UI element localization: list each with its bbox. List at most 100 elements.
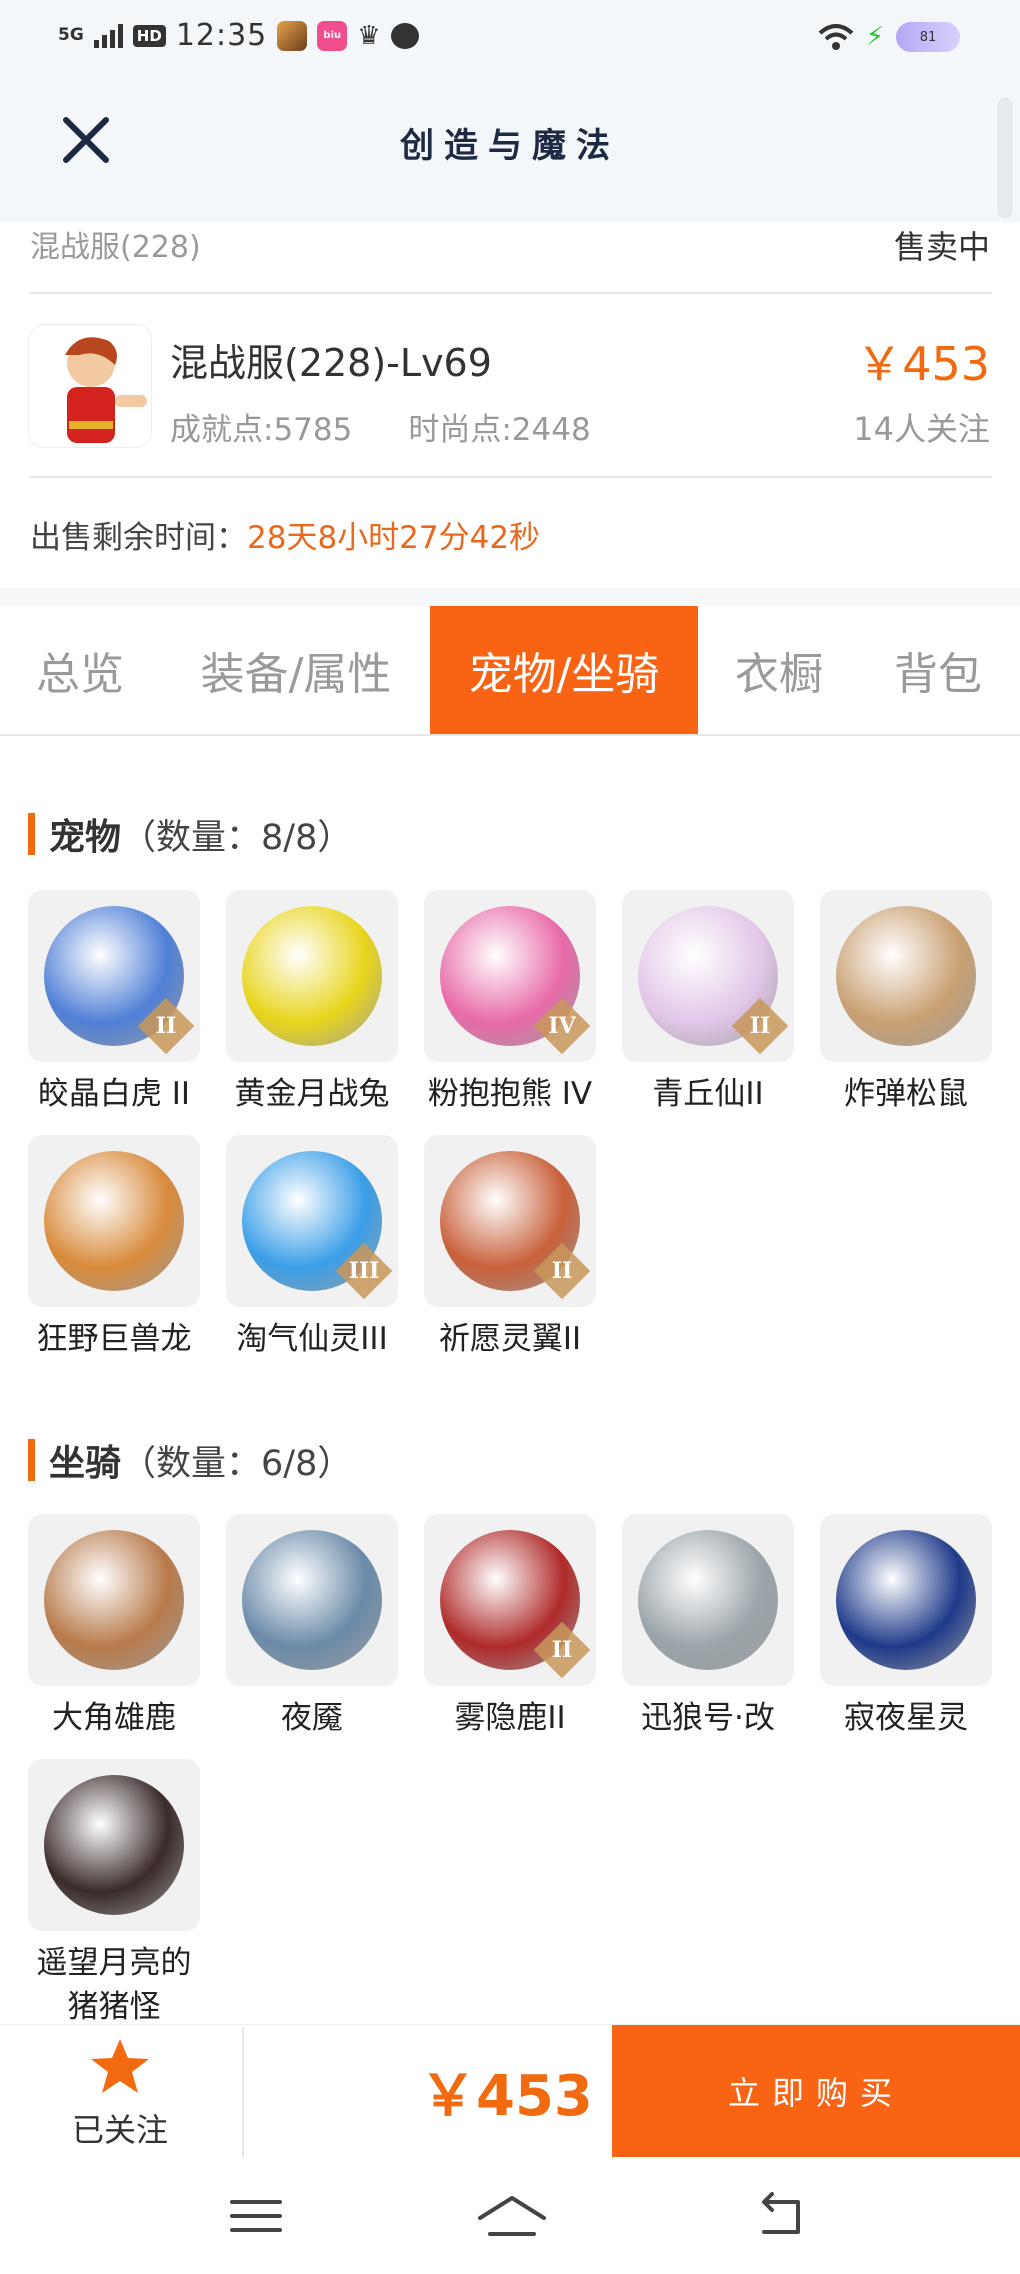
pet-name: 炸弹松鼠 [844,1076,968,1112]
tab-wardrobe[interactable]: 衣橱 [712,606,846,734]
mount-name: 寂夜星灵 [844,1700,968,1736]
divider [30,292,992,294]
mounts-count: （数量：6/8） [121,1443,353,1484]
pet-image: III [226,1135,398,1307]
mount-name: 遥望月亮的猪猪怪 [36,1945,192,2025]
pet-tile[interactable]: 炸弹松鼠 [820,890,992,1116]
stag-icon [44,1530,184,1670]
pet-name: 黄金月战兔 [234,1076,390,1112]
tier-badge: II [731,997,789,1055]
mount-image: II [424,1514,596,1686]
mount-image [820,1514,992,1686]
tier-badge-text: II [551,1258,573,1284]
tab-overview[interactable]: 总览 [0,606,160,734]
pet-image [28,1135,200,1307]
bottom-action-bar: 已关注 ￥453 立即购买 [0,2024,1020,2158]
listing-summary: 混战服(228) 售卖中 混战服(228)-Lv69 成就点:5785 时尚点:… [0,222,1020,588]
mount-tile[interactable]: 寂夜星灵 [820,1514,992,1740]
pets-count: （数量：8/8） [121,817,353,858]
hd-badge: HD [132,24,166,47]
tab-equipment[interactable]: 装备/属性 [176,606,416,734]
tier-badge-text: II [155,1013,177,1039]
menu-icon[interactable] [226,2188,286,2244]
tier-badge: II [533,1242,591,1300]
remaining-time-label: 出售剩余时间： [30,520,247,556]
divider [242,2027,244,2157]
pet-tile[interactable]: III 淘气仙灵III [226,1135,398,1361]
pet-tile[interactable]: 狂野巨兽龙 [28,1135,200,1361]
pet-image [226,890,398,1062]
scrollbar[interactable] [998,98,1012,218]
character-avatar [28,324,152,448]
sale-status: 售卖中 [893,228,990,266]
charging-icon: ⚡ [865,22,884,52]
pet-image: II [28,890,200,1062]
character-name: 混战服(228)-Lv69 [170,341,492,385]
server-name: 混战服(228) [30,230,201,265]
back-icon[interactable] [750,2188,810,2244]
mount-tile[interactable]: 遥望月亮的猪猪怪 [28,1759,200,2029]
mount-name: 夜魇 [281,1700,343,1736]
mount-image [622,1514,794,1686]
clock: 12:35 [175,18,268,53]
tier-badge-text: II [551,1637,573,1663]
mount-tile[interactable]: 夜魇 [226,1514,398,1740]
star-spirit-icon [836,1530,976,1670]
star-icon [91,2039,149,2093]
pet-name: 狂野巨兽龙 [36,1321,192,1357]
mount-name: 大角雄鹿 [52,1700,176,1736]
listing-price: ￥453 [856,337,990,391]
signal-icon [93,23,123,48]
page-title: 创造与魔法 [400,126,620,166]
pet-tile[interactable]: II 青丘仙II [622,890,794,1116]
tab-pets-mounts[interactable]: 宠物/坐骑 [430,606,698,734]
pig-icon [44,1775,184,1915]
tier-badge: IV [533,997,591,1055]
mounts-title: 坐骑 [49,1443,122,1484]
mount-name: 迅狼号·改 [641,1700,775,1736]
status-left: 5G HD 12:35 biu ♛ [58,18,419,53]
pet-name: 淘气仙灵III [236,1321,388,1357]
mount-tile[interactable]: 大角雄鹿 [28,1514,200,1740]
follow-button[interactable]: 已关注 [40,2037,200,2157]
tier-badge-text: II [749,1013,771,1039]
mount-image [28,1514,200,1686]
achievement-points: 成就点:5785 [170,412,353,448]
home-icon[interactable] [474,2188,550,2244]
tier-badge: II [137,997,195,1055]
mount-name: 雾隐鹿II [454,1700,566,1736]
pet-image: IV [424,890,596,1062]
rabbit-icon [242,906,382,1046]
divider [30,476,992,478]
section-marker [28,813,35,855]
mount-tile[interactable]: II 雾隐鹿II [424,1514,596,1740]
tab-backpack[interactable]: 背包 [868,606,1008,734]
pet-name: 青丘仙II [652,1076,764,1112]
status-right: ⚡ 81 [818,22,960,52]
pet-tile[interactable]: II 祈愿灵翼II [424,1135,596,1361]
pet-tile[interactable]: 黄金月战兔 [226,890,398,1116]
network-type: 5G [58,25,84,45]
pet-name: 粉抱抱熊 IV [427,1076,593,1112]
wifi-icon [818,24,854,50]
remaining-time-value: 28天8小时27分42秒 [247,520,541,556]
character-stats: 成就点:5785 时尚点:2448 [170,404,591,449]
tier-badge: II [533,1621,591,1679]
crown-icon: ♛ [357,20,381,51]
mount-image [226,1514,398,1686]
tier-badge-text: III [348,1258,380,1284]
status-bar: 5G HD 12:35 biu ♛ ⚡ 81 [0,0,1020,74]
squirrel-icon [836,906,976,1046]
mount-tile[interactable]: 迅狼号·改 [622,1514,794,1740]
system-nav-bar [0,2158,1020,2274]
section-marker [28,1439,35,1481]
follow-label: 已关注 [71,2111,168,2149]
pet-name: 皎晶白虎 II [37,1076,191,1112]
mount-image [28,1759,200,1931]
pet-tile[interactable]: II 皎晶白虎 II [28,890,200,1116]
buy-now-button[interactable]: 立即购买 [612,2025,1020,2157]
pet-tile[interactable]: IV 粉抱抱熊 IV [424,890,596,1116]
header: 创造与魔法 [0,74,1020,222]
game-app-icon [277,20,308,51]
chat-bubble-icon [390,22,419,49]
